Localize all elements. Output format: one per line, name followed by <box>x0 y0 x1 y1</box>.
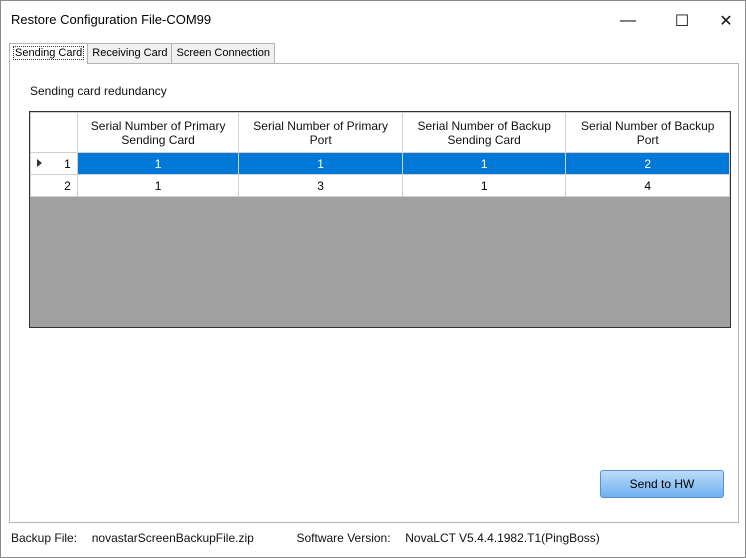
title-bar: Restore Configuration File-COM99 — ☐ ✕ <box>1 1 745 41</box>
tab-receiving-card[interactable]: Receiving Card <box>87 43 173 63</box>
backup-file-label: Backup File: <box>11 531 78 545</box>
table-cell[interactable]: 1 <box>401 152 567 175</box>
redundancy-grid: Serial Number of Primary Sending Card Se… <box>29 111 731 328</box>
restore-config-window: Restore Configuration File-COM99 — ☐ ✕ S… <box>0 0 746 558</box>
table-cell[interactable]: 4 <box>565 174 730 197</box>
minimize-button[interactable]: — <box>605 1 651 41</box>
corner-header <box>30 112 78 153</box>
table-cell[interactable]: 1 <box>76 174 240 197</box>
window-title: Restore Configuration File-COM99 <box>11 12 212 27</box>
tab-screen-connection[interactable]: Screen Connection <box>171 43 276 63</box>
close-button[interactable]: ✕ <box>703 1 746 41</box>
row-header[interactable]: 1 <box>30 152 78 175</box>
status-line: Backup File: novastarScreenBackupFile.zi… <box>11 531 600 545</box>
backup-file-value: novastarScreenBackupFile.zip <box>91 531 254 545</box>
tab-sending-card[interactable]: Sending Card <box>9 43 89 64</box>
column-header[interactable]: Serial Number of Backup Sending Card <box>401 112 567 153</box>
maximize-button[interactable]: ☐ <box>659 1 705 41</box>
send-to-hw-button[interactable]: Send to HW <box>600 470 724 498</box>
table-cell[interactable]: 1 <box>238 152 403 175</box>
row-index: 1 <box>64 156 71 171</box>
current-row-arrow-icon <box>37 159 42 167</box>
software-version-label: Software Version: <box>296 531 391 545</box>
row-index: 2 <box>64 178 71 193</box>
column-header[interactable]: Serial Number of Backup Port <box>565 112 730 153</box>
software-version-value: NovaLCT V5.4.4.1982.T1(PingBoss) <box>405 531 600 545</box>
table-cell[interactable]: 3 <box>238 174 403 197</box>
column-header[interactable]: Serial Number of Primary Port <box>238 112 403 153</box>
table-row[interactable]: 1 1 1 1 2 <box>30 152 730 175</box>
table-cell[interactable]: 1 <box>401 174 567 197</box>
header-row: Serial Number of Primary Sending Card Se… <box>30 112 730 153</box>
redundancy-table: Serial Number of Primary Sending Card Se… <box>30 112 730 197</box>
column-header[interactable]: Serial Number of Primary Sending Card <box>76 112 240 153</box>
table-cell[interactable]: 1 <box>76 152 240 175</box>
tab-strip: Sending Card Receiving Card Screen Conne… <box>9 43 276 64</box>
tab-sending-card-label: Sending Card <box>12 46 85 60</box>
sending-card-panel: Sending card redundancy Serial Number of… <box>9 63 739 523</box>
row-header[interactable]: 2 <box>30 174 78 197</box>
section-label: Sending card redundancy <box>30 84 167 98</box>
table-cell[interactable]: 2 <box>565 152 730 175</box>
table-row[interactable]: 2 1 3 1 4 <box>30 174 730 197</box>
